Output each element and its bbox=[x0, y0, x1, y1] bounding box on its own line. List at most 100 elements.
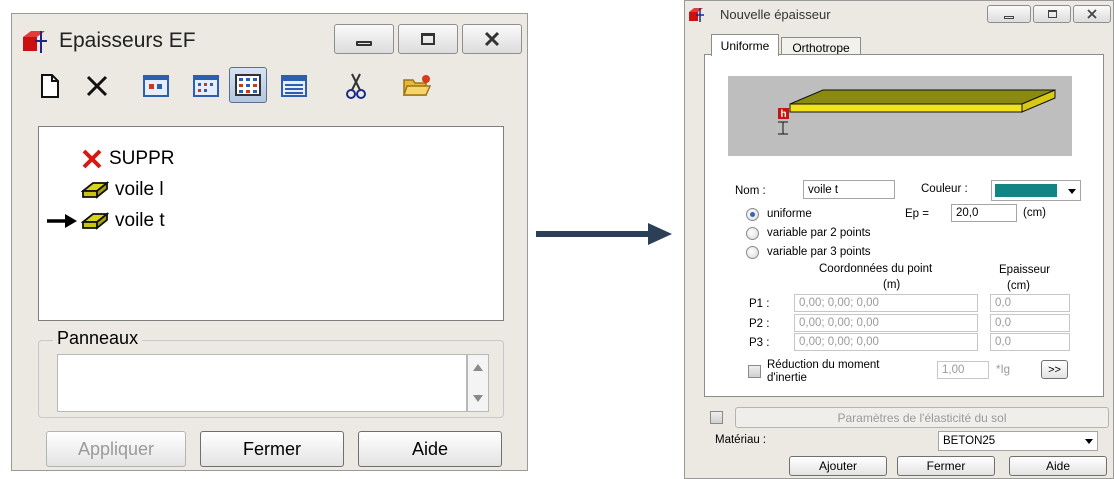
thickness-unit: (cm) bbox=[1023, 207, 1046, 219]
radio-variable-2-points-label: variable par 2 points bbox=[767, 227, 871, 239]
help-button[interactable]: Aide bbox=[1009, 456, 1107, 476]
epaisseur-unit: (cm) bbox=[1007, 280, 1030, 292]
radio-variable-3-points[interactable] bbox=[746, 246, 759, 259]
title-bar[interactable]: Nouvelle épaisseur bbox=[685, 1, 1113, 29]
point-2-thickness-field[interactable]: 0,0 bbox=[990, 314, 1070, 332]
thickness-label: Ep = bbox=[905, 208, 929, 220]
new-thickness-dialog: Nouvelle épaisseur Uniforme Orthotrope h bbox=[684, 0, 1114, 479]
window-title: Epaisseurs EF bbox=[59, 29, 196, 52]
close-button[interactable] bbox=[1073, 5, 1111, 23]
apply-button[interactable]: Appliquer bbox=[46, 431, 186, 467]
scroll-up-icon bbox=[473, 364, 483, 371]
structure-icon bbox=[23, 31, 47, 53]
inertia-reduction-field[interactable]: 1,00 bbox=[937, 361, 989, 379]
point-1-thickness-field[interactable]: 0,0 bbox=[990, 294, 1070, 312]
restore-button[interactable] bbox=[1033, 5, 1071, 23]
radio-variable-2-points[interactable] bbox=[746, 227, 759, 240]
tab-uniforme[interactable]: Uniforme bbox=[711, 34, 779, 56]
view-details-icon bbox=[281, 75, 307, 97]
chevron-down-icon bbox=[1085, 439, 1093, 444]
point-2-coords-field[interactable]: 0,00; 0,00; 0,00 bbox=[794, 314, 978, 332]
chevron-down-icon bbox=[1068, 188, 1076, 194]
add-button[interactable]: Ajouter bbox=[789, 456, 887, 476]
point-3-label: P3 : bbox=[749, 337, 770, 349]
scissors-icon bbox=[346, 73, 366, 99]
minimize-button[interactable] bbox=[987, 5, 1031, 23]
coords-header: Coordonnées du point bbox=[819, 263, 933, 275]
open-button[interactable] bbox=[400, 70, 434, 102]
panels-scrollbar[interactable] bbox=[467, 354, 489, 412]
close-button[interactable] bbox=[462, 24, 522, 54]
thickness-list-window: Epaisseurs EF SUPPR voile l voile t Pann… bbox=[11, 13, 528, 471]
window-title: Nouvelle épaisseur bbox=[720, 7, 831, 22]
point-3-thickness-field[interactable]: 0,0 bbox=[990, 333, 1070, 351]
list-item[interactable]: voile t bbox=[45, 207, 165, 235]
list-item[interactable]: voile l bbox=[81, 176, 164, 204]
radio-uniforme[interactable] bbox=[746, 208, 759, 221]
view-large-icons-icon bbox=[143, 75, 169, 97]
color-picker[interactable] bbox=[991, 180, 1081, 201]
new-button[interactable] bbox=[36, 69, 64, 103]
view-list-icon bbox=[235, 74, 261, 96]
minimize-icon bbox=[1004, 15, 1014, 19]
transition-arrow-icon bbox=[536, 223, 672, 245]
soil-elasticity-checkbox[interactable] bbox=[710, 411, 723, 424]
list-item-label: voile l bbox=[115, 179, 164, 200]
point-2-label: P2 : bbox=[749, 318, 770, 330]
delete-button[interactable] bbox=[82, 69, 112, 103]
inertia-reduction-unit: *Ig bbox=[996, 364, 1011, 376]
point-1-coords-field[interactable]: 0,00; 0,00; 0,00 bbox=[794, 294, 978, 312]
inertia-reduction-label-2: d'inertie bbox=[767, 372, 807, 384]
name-field[interactable]: voile t bbox=[803, 180, 895, 199]
slab-illustration: h bbox=[778, 89, 1056, 135]
thickness-h-label: h bbox=[780, 109, 786, 120]
view-small-icons-icon bbox=[193, 75, 219, 97]
point-3-coords-field[interactable]: 0,00; 0,00; 0,00 bbox=[794, 333, 978, 351]
panel-icon bbox=[81, 181, 109, 199]
view-large-icons-button[interactable] bbox=[140, 70, 172, 102]
cut-button[interactable] bbox=[342, 70, 370, 102]
help-button[interactable]: Aide bbox=[358, 431, 502, 467]
color-swatch bbox=[995, 184, 1057, 197]
view-details-button[interactable] bbox=[278, 70, 310, 102]
arrow-right-icon bbox=[47, 214, 77, 228]
panels-group-label: Panneaux bbox=[53, 328, 143, 349]
panels-group: Panneaux bbox=[38, 328, 504, 418]
material-label: Matériau : bbox=[715, 434, 767, 446]
thickness-preview: h bbox=[728, 76, 1072, 156]
delete-x-icon bbox=[86, 75, 108, 97]
title-bar[interactable]: Epaisseurs EF bbox=[12, 14, 527, 64]
new-document-icon bbox=[41, 74, 59, 98]
material-select[interactable]: BETON25 bbox=[938, 431, 1098, 451]
minimize-button[interactable] bbox=[334, 24, 394, 54]
more-options-button[interactable]: >> bbox=[1041, 360, 1068, 379]
soil-elasticity-button[interactable]: Paramètres de l'élasticité du sol bbox=[735, 407, 1109, 428]
view-small-icons-button[interactable] bbox=[190, 70, 222, 102]
restore-icon bbox=[421, 33, 435, 45]
thickness-list[interactable]: SUPPR voile l voile t bbox=[38, 126, 504, 321]
scroll-down-icon bbox=[473, 395, 483, 402]
minimize-icon bbox=[356, 40, 372, 46]
restore-icon bbox=[1047, 10, 1057, 18]
point-1-label: P1 : bbox=[749, 298, 770, 310]
coords-unit: (m) bbox=[883, 279, 901, 291]
list-item[interactable]: SUPPR bbox=[81, 145, 174, 173]
radio-variable-3-points-label: variable par 3 points bbox=[767, 246, 871, 258]
structure-icon bbox=[689, 8, 704, 22]
panels-textbox[interactable] bbox=[57, 354, 467, 412]
close-window-button[interactable]: Fermer bbox=[200, 431, 344, 467]
panel-icon bbox=[81, 212, 109, 230]
radio-uniforme-label: uniforme bbox=[767, 208, 812, 220]
epaisseur-header: Epaisseur bbox=[999, 264, 1051, 276]
thickness-field[interactable]: 20,0 bbox=[951, 204, 1017, 222]
close-icon bbox=[1087, 9, 1097, 19]
view-list-button[interactable] bbox=[229, 67, 267, 103]
material-value: BETON25 bbox=[943, 435, 996, 447]
inertia-reduction-checkbox[interactable] bbox=[748, 365, 761, 378]
inertia-reduction-label: Réduction du moment bbox=[767, 359, 880, 371]
close-icon bbox=[484, 31, 500, 47]
restore-button[interactable] bbox=[398, 24, 458, 54]
list-item-label: SUPPR bbox=[109, 148, 175, 169]
name-label: Nom : bbox=[735, 185, 766, 197]
close-window-button[interactable]: Fermer bbox=[897, 456, 995, 476]
